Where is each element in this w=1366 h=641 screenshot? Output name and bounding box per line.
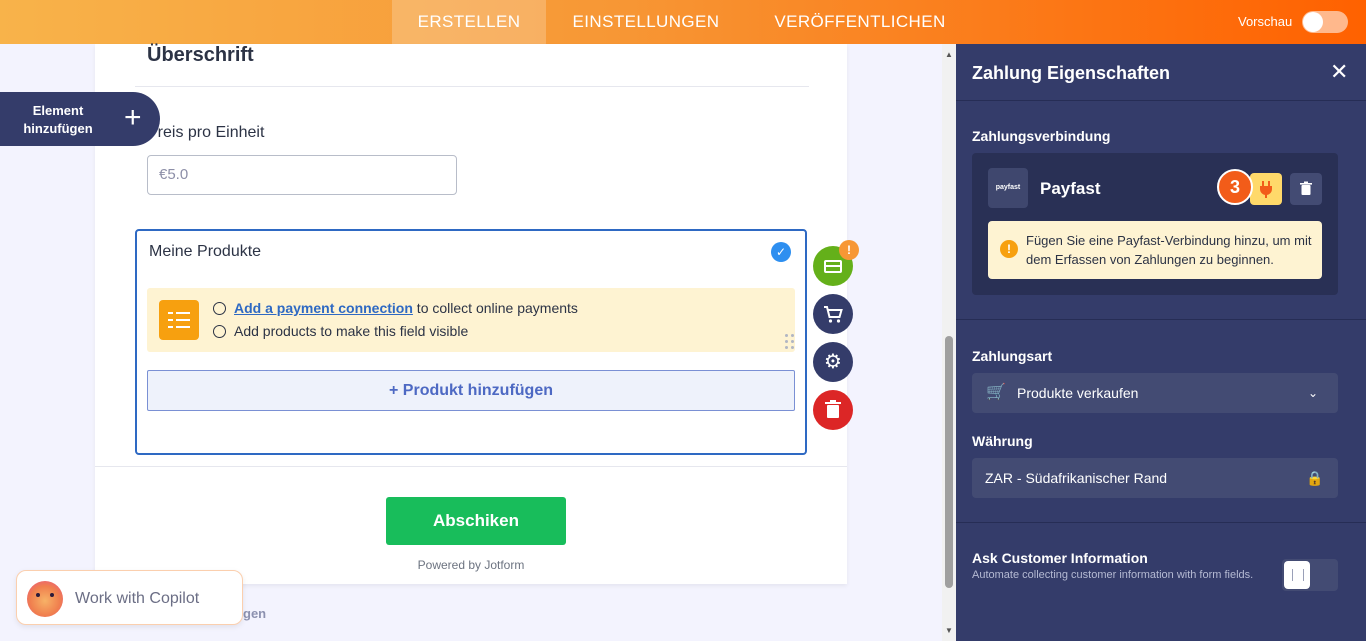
currency-value: ZAR - Südafrikanischer Rand (985, 470, 1168, 486)
warning-badge: ! (839, 240, 859, 260)
trash-icon (825, 400, 841, 418)
notice-row-products: Add products to make this field visible (213, 323, 468, 339)
form-heading[interactable]: Überschrift (147, 44, 254, 67)
payment-connection-card: payfast Payfast 3 ! Fügen Sie eine Payfa… (972, 153, 1338, 295)
checklist-icon (159, 300, 199, 340)
products-field[interactable]: Meine Produkte ✓ Add a payment connectio… (135, 229, 807, 455)
close-icon[interactable]: ✕ (1330, 60, 1348, 84)
add-element-button[interactable]: Element hinzufügen + (0, 92, 160, 146)
payment-type-label: Zahlungsart (972, 348, 1053, 364)
scrollbar-thumb[interactable] (945, 336, 953, 588)
divider (956, 100, 1366, 101)
currency-select[interactable]: ZAR - Südafrikanischer Rand 🔒 (972, 458, 1338, 498)
radio-icon (213, 325, 226, 338)
payment-notice: Add a payment connection to collect onli… (147, 288, 795, 352)
notice-line1-text: to collect online payments (412, 300, 578, 316)
lock-icon: 🔒 (1306, 470, 1324, 486)
delete-field-button[interactable] (813, 390, 853, 430)
warning-icon: ! (1000, 240, 1018, 258)
payment-type-value: Produkte verkaufen (1017, 385, 1139, 401)
payment-type-select[interactable]: 🛒 Produkte verkaufen ⌄ (972, 373, 1338, 413)
add-element-label: Element hinzufügen (23, 103, 93, 136)
radio-icon (213, 302, 226, 315)
tab-publish[interactable]: VERÖFFENTLICHEN (762, 0, 958, 44)
price-label: Preis pro Einheit (147, 124, 265, 141)
price-input[interactable]: €5.0 (147, 155, 457, 195)
ask-customer-description: Automate collecting customer information… (972, 569, 1254, 581)
tooltip-text: Fügen Sie eine Payfast-Verbindung hinzu,… (1026, 233, 1312, 267)
divider (956, 319, 1366, 320)
preview-toggle[interactable] (1302, 11, 1348, 33)
notice-row-connection: Add a payment connection to collect onli… (213, 300, 578, 316)
connection-tooltip: ! Fügen Sie eine Payfast-Verbindung hinz… (988, 221, 1322, 279)
ask-customer-toggle[interactable] (1282, 559, 1338, 591)
plug-icon (1260, 181, 1272, 198)
products-title: Meine Produkte (149, 243, 262, 260)
provider-name: Payfast (1040, 179, 1101, 198)
divider (135, 86, 809, 87)
notice-line2-text: Add products to make this field visible (234, 323, 469, 339)
drag-handle-icon[interactable] (785, 334, 795, 352)
properties-button[interactable]: ⚙ (813, 342, 853, 382)
copilot-button[interactable]: Work with Copilot (16, 570, 243, 625)
add-payment-connection-link[interactable]: Add a payment connection (234, 300, 413, 316)
ask-customer-title: Ask Customer Information (972, 550, 1148, 566)
toggle-knob (1284, 561, 1310, 589)
scroll-up-icon[interactable]: ▲ (945, 50, 953, 59)
copilot-label: Work with Copilot (75, 590, 200, 607)
submit-button[interactable]: Abschiken (386, 497, 566, 545)
obscured-text: gen (243, 606, 267, 621)
add-product-button[interactable]: + Produkt hinzufügen (147, 370, 795, 411)
products-button[interactable] (813, 294, 853, 334)
connect-button[interactable] (1250, 173, 1282, 205)
properties-panel: Zahlung Eigenschaften ✕ Zahlungsverbindu… (956, 44, 1366, 641)
step-badge: 3 (1217, 169, 1253, 205)
preview-label: Vorschau (1238, 14, 1293, 29)
credit-card-icon (824, 260, 842, 273)
currency-label: Währung (972, 433, 1033, 449)
cart-icon (824, 306, 843, 323)
delete-connection-button[interactable] (1290, 173, 1322, 205)
gear-icon: ⚙ (824, 351, 842, 373)
tab-create[interactable]: ERSTELLEN (392, 0, 546, 44)
divider (956, 522, 1366, 523)
top-navigation-bar: ERSTELLEN EINSTELLUNGEN VERÖFFENTLICHEN … (0, 0, 1366, 44)
toggle-knob (1303, 12, 1323, 32)
trash-icon (1300, 181, 1312, 195)
scroll-down-icon[interactable]: ▼ (945, 626, 953, 635)
payfast-logo: payfast (988, 168, 1028, 208)
form-canvas: Überschrift Preis pro Einheit €5.0 Meine… (95, 44, 847, 584)
chevron-down-icon: ⌄ (1308, 386, 1319, 400)
divider (95, 466, 847, 467)
cart-icon: 🛒 (986, 384, 1006, 401)
tab-settings[interactable]: EINSTELLUNGEN (558, 0, 734, 44)
check-icon: ✓ (771, 242, 791, 262)
connection-label: Zahlungsverbindung (972, 128, 1111, 144)
panel-title: Zahlung Eigenschaften (972, 63, 1171, 83)
plus-icon: + (124, 101, 142, 134)
copilot-avatar-icon (27, 581, 63, 617)
